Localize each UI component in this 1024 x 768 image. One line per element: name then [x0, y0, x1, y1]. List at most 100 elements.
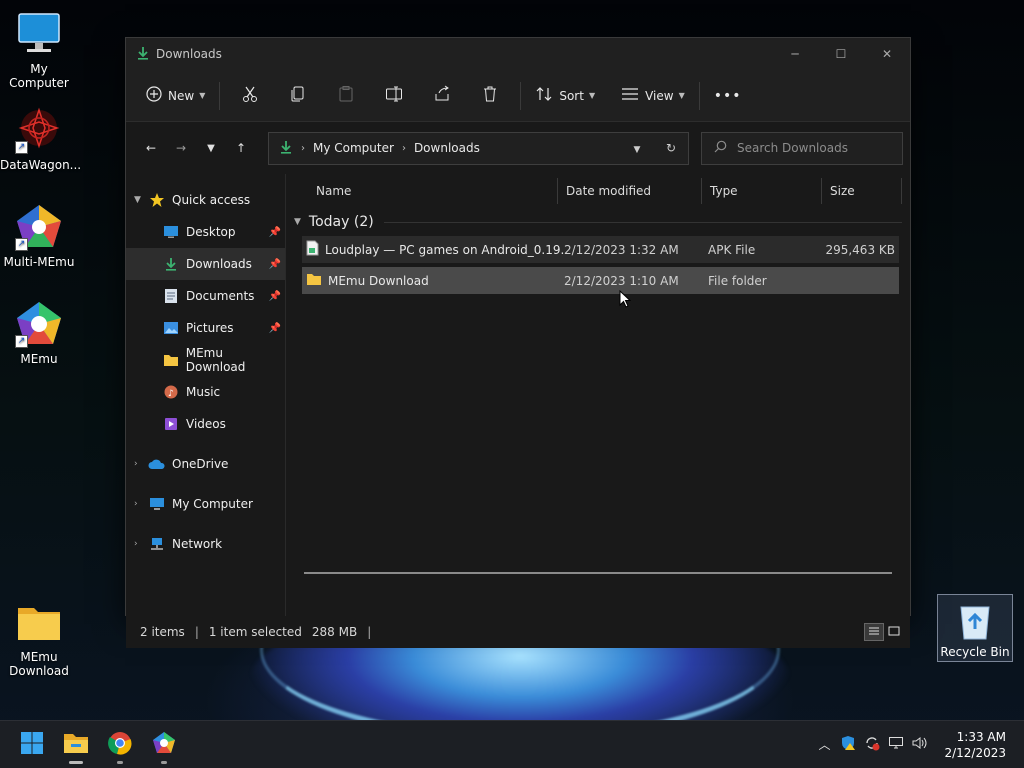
- download-icon: [162, 256, 180, 272]
- file-explorer-window[interactable]: Downloads ─ ☐ ✕ New ▼ Sort ▼ View ▼ ••• …: [125, 37, 911, 648]
- sidebar-item-network[interactable]: › Network: [126, 528, 285, 560]
- svg-text:♪: ♪: [168, 389, 174, 399]
- view-label: View: [645, 88, 674, 103]
- group-header-today[interactable]: ▼ Today (2): [286, 208, 910, 236]
- search-box[interactable]: [701, 131, 903, 165]
- paste-button[interactable]: [322, 85, 370, 106]
- sidebar-item-onedrive[interactable]: › OneDrive: [126, 448, 285, 480]
- memu-icon: [152, 731, 176, 758]
- sidebar-item-desktop[interactable]: Desktop 📌: [126, 216, 285, 248]
- forward-button[interactable]: →: [166, 133, 196, 163]
- taskbar-clock[interactable]: 1:33 AM 2/12/2023: [944, 729, 1006, 761]
- desktop-icon-datawagon[interactable]: ↗ DataWagon...: [0, 106, 81, 172]
- folder-icon: [15, 598, 63, 646]
- taskbar-file-explorer[interactable]: [54, 723, 98, 767]
- maximize-button[interactable]: ☐: [818, 38, 864, 70]
- download-icon: [136, 46, 150, 63]
- status-item-count: 2 items: [140, 625, 185, 639]
- close-icon: ✕: [881, 47, 893, 61]
- breadcrumb-downloads[interactable]: Downloads: [414, 141, 480, 155]
- desktop-icon-recycle-bin[interactable]: Recycle Bin: [937, 594, 1013, 662]
- details-view-button[interactable]: [864, 623, 884, 641]
- search-input[interactable]: [737, 141, 887, 155]
- chevron-down-icon: ▼: [678, 91, 685, 100]
- sidebar-item-label: Downloads: [186, 257, 252, 271]
- close-button[interactable]: ✕: [864, 38, 910, 70]
- pin-icon[interactable]: 📌: [269, 259, 281, 270]
- sort-button[interactable]: Sort ▼: [527, 80, 603, 112]
- sidebar-item-pictures[interactable]: Pictures 📌: [126, 312, 285, 344]
- minimize-button[interactable]: ─: [772, 38, 818, 70]
- title-bar[interactable]: Downloads ─ ☐ ✕: [126, 38, 910, 70]
- recycle-bin-label: Recycle Bin: [940, 645, 1010, 659]
- chevron-down-icon[interactable]: ▼: [134, 195, 148, 205]
- clock-date: 2/12/2023: [944, 745, 1006, 760]
- network-tray-button[interactable]: [884, 736, 908, 753]
- rename-icon: [385, 85, 403, 106]
- arrow-right-icon: →: [175, 141, 187, 155]
- chevron-right-icon[interactable]: ›: [134, 539, 148, 549]
- file-row[interactable]: MEmu Download 2/12/2023 1:10 AM File fol…: [302, 267, 899, 294]
- sidebar-item-memu-download[interactable]: MEmu Download: [126, 344, 285, 376]
- refresh-button[interactable]: ↻: [654, 141, 688, 155]
- sync-error-icon: [864, 735, 880, 754]
- sidebar-item-my-computer[interactable]: › My Computer: [126, 488, 285, 520]
- up-button[interactable]: ↑: [226, 133, 256, 163]
- chrome-icon: [108, 731, 132, 758]
- address-dropdown-button[interactable]: ▼: [620, 141, 654, 155]
- delete-button[interactable]: [466, 85, 514, 106]
- taskbar-chrome[interactable]: [98, 723, 142, 767]
- sidebar-item-documents[interactable]: Documents 📌: [126, 280, 285, 312]
- desktop-icon-memu[interactable]: ↗ MEmu: [0, 300, 78, 366]
- pin-icon[interactable]: 📌: [269, 291, 281, 302]
- monitor-icon: [148, 496, 166, 512]
- cut-button[interactable]: [226, 85, 274, 106]
- volume-tray-button[interactable]: [908, 736, 932, 753]
- recent-locations-button[interactable]: ▼: [196, 133, 226, 163]
- back-button[interactable]: ←: [136, 133, 166, 163]
- view-list-icon: [621, 87, 639, 104]
- rename-button[interactable]: [370, 85, 418, 106]
- copy-button[interactable]: [274, 85, 322, 106]
- file-row[interactable]: Loudplay — PC games on Android_0.19.... …: [302, 236, 899, 263]
- column-header-size[interactable]: Size: [822, 178, 902, 204]
- share-button[interactable]: [418, 85, 466, 106]
- sidebar-item-downloads[interactable]: Downloads 📌: [126, 248, 285, 280]
- maximize-icon: ☐: [835, 47, 847, 61]
- details-view-icon: [868, 625, 880, 639]
- pin-icon[interactable]: 📌: [269, 227, 281, 238]
- desktop-icon-label: MEmu: [20, 352, 58, 366]
- sidebar-item-quick-access[interactable]: ▼ Quick access: [126, 184, 285, 216]
- column-header-name[interactable]: Name: [286, 178, 558, 204]
- sidebar-item-label: My Computer: [172, 497, 253, 511]
- column-header-date-modified[interactable]: Date modified: [558, 178, 702, 204]
- clock-time: 1:33 AM: [956, 729, 1006, 744]
- sidebar-item-music[interactable]: ♪ Music: [126, 376, 285, 408]
- view-button[interactable]: View ▼: [613, 80, 693, 112]
- new-button[interactable]: New ▼: [138, 80, 213, 112]
- breadcrumb-my-computer[interactable]: My Computer: [313, 141, 394, 155]
- address-bar[interactable]: › My Computer › Downloads ▼ ↻: [268, 131, 689, 165]
- horizontal-scrollbar[interactable]: [304, 572, 892, 574]
- minimize-icon: ─: [791, 47, 799, 61]
- datawagon-icon: ↗: [15, 106, 63, 154]
- breadcrumb-chevron-icon: ›: [301, 142, 305, 154]
- more-options-button[interactable]: •••: [706, 80, 750, 112]
- shortcut-arrow-icon: ↗: [15, 335, 28, 348]
- desktop-icon-multi-memu[interactable]: ↗ Multi-MEmu: [0, 203, 78, 269]
- sync-tray-button[interactable]: [860, 735, 884, 754]
- desktop-icon-memu-download[interactable]: MEmu Download: [0, 598, 78, 678]
- chevron-right-icon[interactable]: ›: [134, 459, 148, 469]
- show-hidden-icons-button[interactable]: ︿: [812, 736, 836, 753]
- desktop-icon-my-computer[interactable]: My Computer: [0, 10, 78, 90]
- taskbar-memu[interactable]: [142, 723, 186, 767]
- column-header-type[interactable]: Type: [702, 178, 822, 204]
- file-list-pane[interactable]: Name Date modified Type Size ▼ Today (2)…: [286, 174, 910, 616]
- security-tray-button[interactable]: [836, 735, 860, 754]
- start-button[interactable]: [10, 723, 54, 767]
- sidebar-item-videos[interactable]: Videos: [126, 408, 285, 440]
- folder-icon: [162, 352, 180, 368]
- large-icons-view-button[interactable]: [884, 623, 904, 641]
- chevron-right-icon[interactable]: ›: [134, 499, 148, 509]
- pin-icon[interactable]: 📌: [269, 323, 281, 334]
